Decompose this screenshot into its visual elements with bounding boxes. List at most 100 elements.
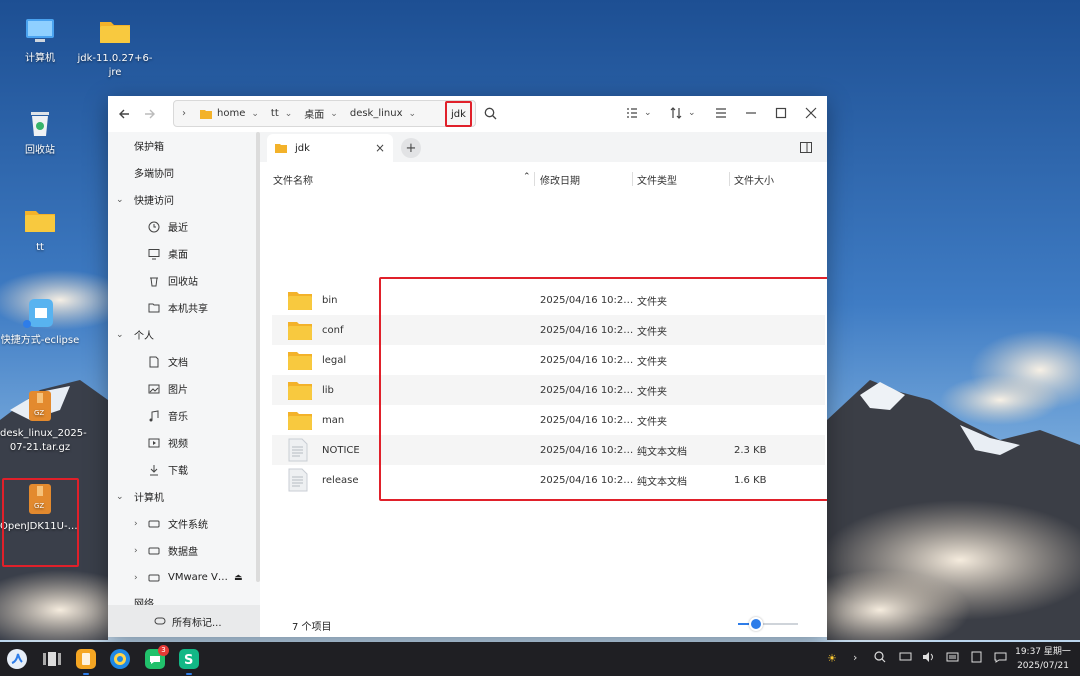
breadcrumb-home[interactable]: home ⌄ xyxy=(194,101,265,126)
taskbar-browser[interactable] xyxy=(110,649,130,669)
breadcrumb-desktop[interactable]: 桌面 ⌄ xyxy=(298,101,344,126)
view-mode-button[interactable]: ⌄ xyxy=(626,107,652,119)
desktop-icon-trash[interactable]: 回收站 xyxy=(0,106,80,158)
tray-expand-icon[interactable]: › xyxy=(853,651,857,664)
file-icon xyxy=(288,468,308,495)
maximize-button[interactable] xyxy=(775,107,787,122)
clock[interactable]: 19:37 星期一 2025/07/21 xyxy=(1012,645,1074,673)
chevron-down-icon: ⌄ xyxy=(688,108,696,118)
taskbar-chat[interactable]: 3 xyxy=(145,645,169,669)
column-header-modified[interactable]: 修改日期 xyxy=(540,172,580,187)
file-name: lib xyxy=(322,384,334,396)
sidebar-item-documents[interactable]: 文档 xyxy=(108,348,260,375)
minimize-button[interactable] xyxy=(745,107,757,122)
new-tab-button[interactable]: + xyxy=(401,138,421,158)
sidebar-item-share[interactable]: 本机共享 xyxy=(108,294,260,321)
breadcrumb-tt[interactable]: tt ⌄ xyxy=(265,101,298,126)
file-row[interactable]: release 2025/04/16 10:2… 纯文本文档 1.6 KB xyxy=(272,465,825,495)
breadcrumb-jdk[interactable]: jdk xyxy=(445,101,472,127)
sidebar-item-pictures[interactable]: 图片 xyxy=(108,375,260,402)
sidebar-item-recent[interactable]: 最近 xyxy=(108,213,260,240)
column-header-size[interactable]: 文件大小 xyxy=(734,172,774,186)
sidebar-item-all-tags[interactable]: 所有标记... xyxy=(108,608,260,634)
launcher-button[interactable] xyxy=(7,649,27,669)
file-modified: 2025/04/16 10:2… xyxy=(540,294,634,306)
sidebar-item-datadisk[interactable]: › 数据盘 xyxy=(108,537,260,564)
sidebar-group-quick-access[interactable]: ⌄ 快捷访问 xyxy=(108,186,260,213)
file-row[interactable]: NOTICE 2025/04/16 10:2… 纯文本文档 2.3 KB xyxy=(272,435,825,465)
keyboard-icon[interactable] xyxy=(946,651,959,666)
sidebar-group-computer[interactable]: ⌄ 计算机 xyxy=(108,483,260,510)
details-panel-button[interactable] xyxy=(800,142,812,156)
close-tab-icon[interactable]: × xyxy=(375,141,385,155)
forward-button[interactable] xyxy=(138,102,162,126)
file-row[interactable]: conf 2025/04/16 10:2… 文件夹 xyxy=(272,315,825,345)
desktop-icon-openjdk-archive[interactable]: GZ OpenJDK11U-jre_x64_linu… xyxy=(0,482,80,534)
tab-bar: jdk × + xyxy=(260,132,827,162)
folder-icon xyxy=(23,203,57,237)
desktop-icon-eclipse-shortcut[interactable]: 快捷方式-eclipse xyxy=(0,296,80,348)
file-name: man xyxy=(322,414,345,426)
launcher-icon xyxy=(11,653,23,664)
hamburger-menu-icon xyxy=(716,108,726,118)
close-button[interactable] xyxy=(805,107,817,122)
file-row[interactable]: man 2025/04/16 10:2… 文件夹 xyxy=(272,405,825,435)
chevron-right-icon: › xyxy=(134,518,138,529)
sidebar-group-personal[interactable]: ⌄ 个人 xyxy=(108,321,260,348)
sidebar-group-network[interactable]: 网络 xyxy=(108,591,260,605)
sidebar-item-desktop[interactable]: 桌面 xyxy=(108,240,260,267)
volume-icon[interactable] xyxy=(922,651,935,666)
disk-icon xyxy=(148,547,160,554)
back-button[interactable] xyxy=(112,102,136,126)
zoom-slider[interactable] xyxy=(738,617,798,631)
menu-button[interactable] xyxy=(715,107,727,122)
file-type: 文件夹 xyxy=(637,356,667,368)
sidebar-item-vault[interactable]: 保护箱 xyxy=(108,132,260,159)
sidebar-item-music[interactable]: 音乐 xyxy=(108,402,260,429)
notification-icon[interactable] xyxy=(994,651,1007,666)
arrow-left-icon xyxy=(119,109,129,119)
file-modified: 2025/04/16 10:2… xyxy=(540,354,634,366)
sidebar-item-filesystem[interactable]: › 文件系统 xyxy=(108,510,260,537)
chevron-down-icon: ⌄ xyxy=(644,108,652,118)
file-name: bin xyxy=(322,294,338,306)
sort-button[interactable]: ⌄ xyxy=(670,107,696,119)
file-type: 文件夹 xyxy=(637,326,667,338)
folder-icon xyxy=(275,144,287,153)
breadcrumb-desk-linux[interactable]: desk_linux ⌄ xyxy=(344,101,422,126)
file-icon xyxy=(288,380,312,403)
network-icon[interactable] xyxy=(899,651,912,666)
file-row[interactable]: bin 2025/04/16 10:2… 文件夹 xyxy=(272,285,825,315)
clipboard-icon[interactable] xyxy=(970,651,983,666)
search-button[interactable] xyxy=(484,107,497,123)
sidebar-panel-icon xyxy=(800,142,812,153)
column-header-type[interactable]: 文件类型 xyxy=(637,172,677,187)
brightness-icon[interactable]: ☀ xyxy=(827,652,837,665)
desktop-icon-tt-folder[interactable]: tt xyxy=(0,203,80,255)
folder-icon xyxy=(98,14,132,48)
taskbar-file-manager[interactable] xyxy=(76,649,96,669)
file-name: conf xyxy=(322,324,344,336)
sidebar-item-downloads[interactable]: 下载 xyxy=(108,456,260,483)
sidebar-item-videos[interactable]: 视频 xyxy=(108,429,260,456)
sidebar-item-multi-device[interactable]: 多端协同 xyxy=(108,159,260,186)
file-manager-icon xyxy=(82,653,90,665)
file-row[interactable]: lib 2025/04/16 10:2… 文件夹 xyxy=(272,375,825,405)
taskbar-office[interactable]: S xyxy=(179,649,199,669)
title-bar: › home ⌄ tt ⌄ 桌面 ⌄ desk_linux ⌄ jdk ⌄ ⌄ xyxy=(108,96,827,132)
breadcrumb-expand-button[interactable]: › xyxy=(174,101,194,126)
file-icon xyxy=(288,438,308,465)
tab-jdk[interactable]: jdk × xyxy=(267,134,393,162)
desktop-icon-jdk-folder[interactable]: jdk-11.0.27+6-jre xyxy=(76,14,154,80)
sidebar-item-vmware[interactable]: › VMware V… ⏏ xyxy=(108,564,260,591)
zoom-slider-handle[interactable] xyxy=(749,617,763,631)
svg-text:S: S xyxy=(184,653,193,668)
column-header-name[interactable]: 文件名称 xyxy=(273,172,313,187)
file-row[interactable]: legal 2025/04/16 10:2… 文件夹 xyxy=(272,345,825,375)
desktop-icon-computer[interactable]: 计算机 xyxy=(0,14,80,66)
sidebar-item-trash[interactable]: 回收站 xyxy=(108,267,260,294)
eject-icon[interactable]: ⏏ xyxy=(234,573,243,583)
multitask-view-button[interactable] xyxy=(42,651,62,670)
search-icon[interactable] xyxy=(874,651,886,666)
desktop-icon-desk-linux-archive[interactable]: GZ desk_linux_2025-07-21.tar.gz xyxy=(0,389,87,455)
